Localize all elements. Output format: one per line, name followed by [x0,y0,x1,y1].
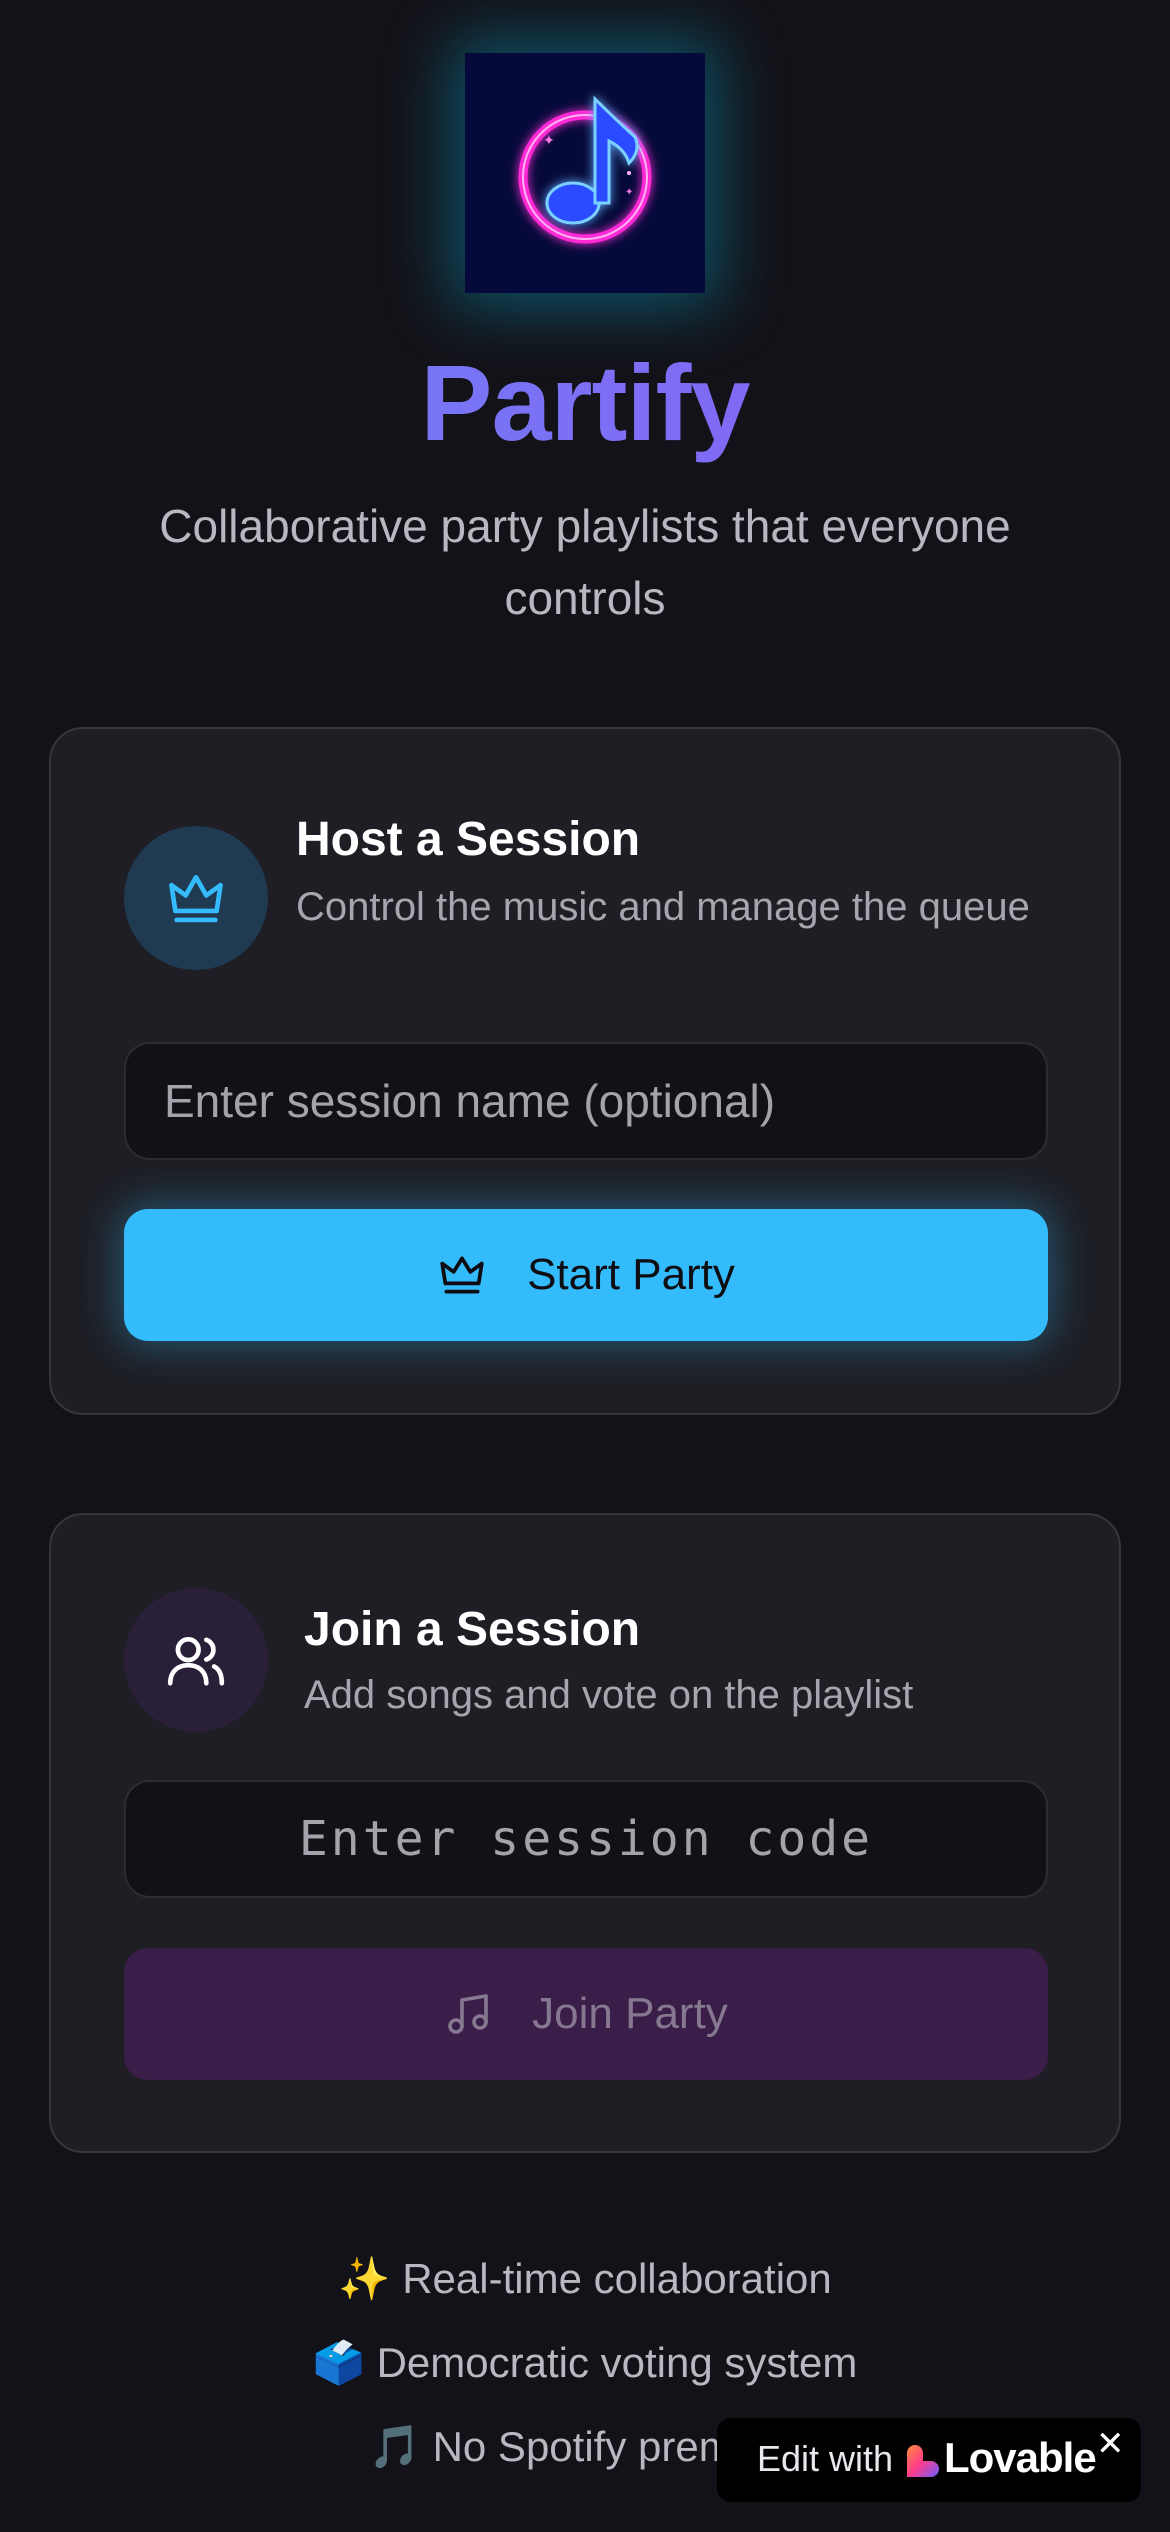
app-subtitle: Collaborative party playlists that every… [159,500,1011,624]
badge-prefix: Edit with [757,2438,894,2479]
crown-icon [169,875,223,923]
start-party-button[interactable]: Start Party [124,1209,1048,1341]
session-code-input[interactable]: Enter session code [124,1780,1048,1898]
svg-text:✦: ✦ [543,133,555,149]
users-icon [167,1637,225,1686]
close-icon[interactable]: ✕ [1096,2424,1125,2464]
join-title: Join a Session [304,1603,641,1656]
join-icon-badge [124,1588,268,1732]
host-description: Control the music and manage the queue [296,885,1030,929]
crown-icon [437,1250,487,1300]
host-icon-badge [124,826,268,970]
join-party-label: Join Party [532,1989,728,2038]
start-party-label: Start Party [527,1250,735,1299]
home-screen: ✦ ✦ Partify Collaborative party playlist… [0,0,1170,2532]
join-party-button[interactable]: Join Party [124,1948,1048,2080]
session-name-input[interactable]: Enter session name (optional) [124,1042,1048,1160]
badge-brand: Lovable [944,2434,1097,2481]
host-session-card: Host a Session Control the music and man… [49,727,1121,1415]
feature-realtime: ✨ Real-time collaboration [338,2255,832,2302]
svg-text:✦: ✦ [625,187,633,198]
host-title: Host a Session [296,813,641,866]
lovable-heart-icon [905,2445,939,2482]
music-note-icon: ✦ ✦ [518,95,652,244]
app-title: Partify [0,340,1170,465]
feature-voting: 🗳️ Democratic voting system [312,2339,858,2386]
join-session-card: Join a Session Add songs and vote on the… [49,1513,1121,2153]
music-note-icon [444,1990,492,2038]
join-description: Add songs and vote on the playlist [304,1673,914,1717]
edit-with-lovable-badge[interactable]: Edit with Lovable ✕ [717,2418,1141,2502]
app-logo: ✦ ✦ [465,53,705,293]
